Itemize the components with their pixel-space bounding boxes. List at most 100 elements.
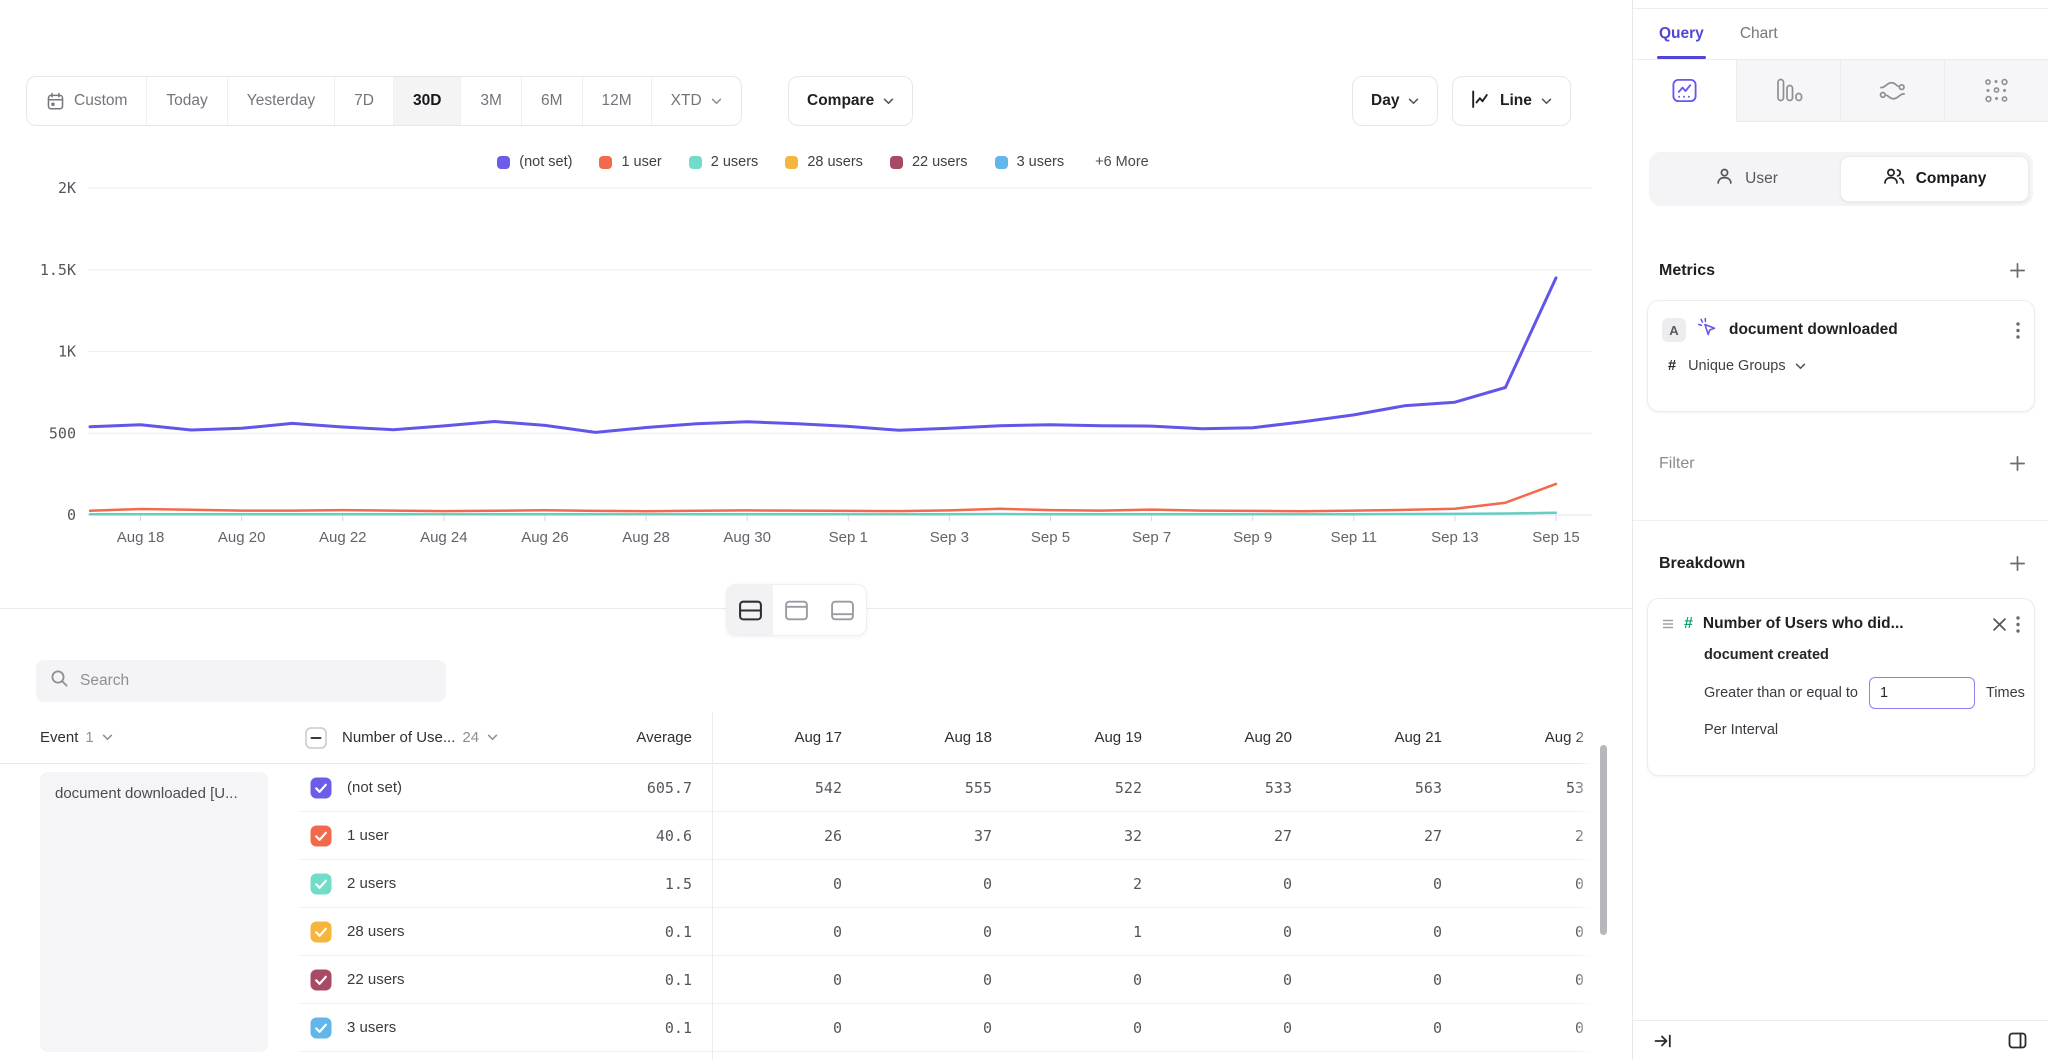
svg-text:Sep 7: Sep 7 <box>1132 529 1171 546</box>
range-xtd[interactable]: XTD <box>651 77 741 125</box>
tab-query[interactable]: Query <box>1659 9 1704 59</box>
panel-tabs: Query Chart <box>1633 9 2048 60</box>
select-all-checkbox[interactable] <box>305 727 327 749</box>
user-icon <box>1715 167 1734 191</box>
event-column-header[interactable]: Event 1 <box>0 712 300 764</box>
segment-label: 22 users <box>347 971 405 988</box>
svg-text:Aug 18: Aug 18 <box>117 529 165 546</box>
chart-type-bar[interactable] <box>1736 60 1840 122</box>
event-count: 1 <box>85 729 93 746</box>
row-checkbox[interactable] <box>310 777 332 799</box>
legend-item[interactable]: 28 users <box>785 154 863 170</box>
chart-type-scatter[interactable] <box>1944 60 2048 122</box>
metric-badge: A <box>1662 318 1686 342</box>
svg-text:Aug 30: Aug 30 <box>723 529 771 546</box>
legend-swatch <box>995 156 1008 169</box>
breakdown-menu-icon[interactable] <box>2016 616 2020 633</box>
chevron-down-icon <box>487 734 498 741</box>
svg-text:Aug 22: Aug 22 <box>319 529 367 546</box>
range-12m[interactable]: 12M <box>582 77 651 125</box>
data-value: 0 <box>850 956 1000 1004</box>
collapse-panel-icon[interactable] <box>1653 1031 1673 1051</box>
panel-footer <box>1633 1020 2048 1060</box>
svg-text:Aug 24: Aug 24 <box>420 529 468 546</box>
legend-item[interactable]: 22 users <box>890 154 968 170</box>
search-input[interactable] <box>80 672 432 690</box>
chart-style-label: Line <box>1500 92 1532 110</box>
table-row-label: 28 users <box>300 908 560 956</box>
breakdown-column-header[interactable]: Number of Use... 24 <box>300 712 560 764</box>
range-7d[interactable]: 7D <box>334 77 393 125</box>
chevron-down-icon <box>711 92 722 110</box>
close-icon[interactable] <box>1993 618 2006 631</box>
sidebar-toggle-icon[interactable] <box>2007 1030 2028 1051</box>
line-chart-icon <box>1671 77 1698 104</box>
chart-panel-toggle[interactable] <box>773 585 819 635</box>
data-value: 0 <box>1150 860 1300 908</box>
legend-label: 22 users <box>912 154 968 170</box>
query-panel: Query Chart User Company <box>1632 0 2048 1060</box>
measure-selector[interactable]: Unique Groups <box>1688 358 1806 374</box>
data-value: 0 <box>1000 1004 1150 1052</box>
range-30d[interactable]: 30D <box>393 77 460 125</box>
compare-label: Compare <box>807 92 874 110</box>
data-value: 0 <box>700 1004 850 1052</box>
average-value: 0.1 <box>560 1004 700 1052</box>
breakdown-card[interactable]: # Number of Users who did... document cr… <box>1647 598 2035 776</box>
split-view-toggle[interactable] <box>727 585 773 635</box>
segment-label: (not set) <box>347 779 402 796</box>
range-today[interactable]: Today <box>146 77 226 125</box>
table-scrollbar[interactable] <box>1600 745 1607 935</box>
chart-style-button[interactable]: Line <box>1452 76 1571 126</box>
breakdown-count: 24 <box>462 729 479 746</box>
range-6m[interactable]: 6M <box>521 77 582 125</box>
legend-more-link[interactable]: +6 More <box>1095 154 1149 170</box>
metric-card[interactable]: A document downloaded # Unique Groups <box>1647 300 2035 412</box>
add-breakdown-button[interactable] <box>2009 555 2026 572</box>
chart-type-flow[interactable] <box>1840 60 1944 122</box>
range-yesterday[interactable]: Yesterday <box>227 77 334 125</box>
data-value: 27 <box>1300 812 1450 860</box>
data-value: 0 <box>1450 908 1596 956</box>
scope-company[interactable]: Company <box>1840 156 2029 202</box>
chevron-down-icon <box>102 734 113 741</box>
top-panel-icon <box>784 600 809 621</box>
legend-item[interactable]: 3 users <box>995 154 1065 170</box>
row-checkbox[interactable] <box>310 873 332 895</box>
breakdown-section-title: Breakdown <box>1659 555 1745 573</box>
data-value: 542 <box>700 764 850 812</box>
row-checkbox[interactable] <box>310 1017 332 1039</box>
tab-chart[interactable]: Chart <box>1740 9 1778 59</box>
row-checkbox[interactable] <box>310 921 332 943</box>
table-row-label: (not set) <box>300 764 560 812</box>
row-checkbox[interactable] <box>310 969 332 991</box>
legend-item[interactable]: 1 user <box>599 154 661 170</box>
legend-item[interactable]: (not set) <box>497 154 572 170</box>
legend-item[interactable]: 2 users <box>689 154 759 170</box>
legend-swatch <box>785 156 798 169</box>
legend-swatch <box>497 156 510 169</box>
metric-menu-icon[interactable] <box>2016 322 2020 339</box>
scope-user[interactable]: User <box>1653 156 1840 202</box>
drag-handle-icon[interactable] <box>1662 618 1674 630</box>
condition-value-input[interactable] <box>1869 677 1975 709</box>
flow-chart-icon <box>1878 78 1907 104</box>
granularity-button[interactable]: Day <box>1352 76 1438 126</box>
table-panel-toggle[interactable] <box>820 585 866 635</box>
bottom-panel-icon <box>830 600 855 621</box>
svg-text:0: 0 <box>67 506 76 524</box>
chart-type-strip <box>1633 60 2048 122</box>
row-checkbox[interactable] <box>310 825 332 847</box>
table-row-label: 1 user <box>300 812 560 860</box>
add-filter-button[interactable] <box>2009 455 2026 472</box>
range-custom[interactable]: Custom <box>27 77 146 125</box>
legend-swatch <box>890 156 903 169</box>
data-value: 0 <box>1300 908 1450 956</box>
range-3m[interactable]: 3M <box>460 77 521 125</box>
add-metric-button[interactable] <box>2009 262 2026 279</box>
compare-button[interactable]: Compare <box>788 76 913 126</box>
data-value: 0 <box>1150 956 1300 1004</box>
per-interval-label: Per Interval <box>1704 722 2034 738</box>
chart-type-line[interactable] <box>1633 60 1736 122</box>
event-name-cell[interactable]: document downloaded [U... <box>40 772 268 1052</box>
